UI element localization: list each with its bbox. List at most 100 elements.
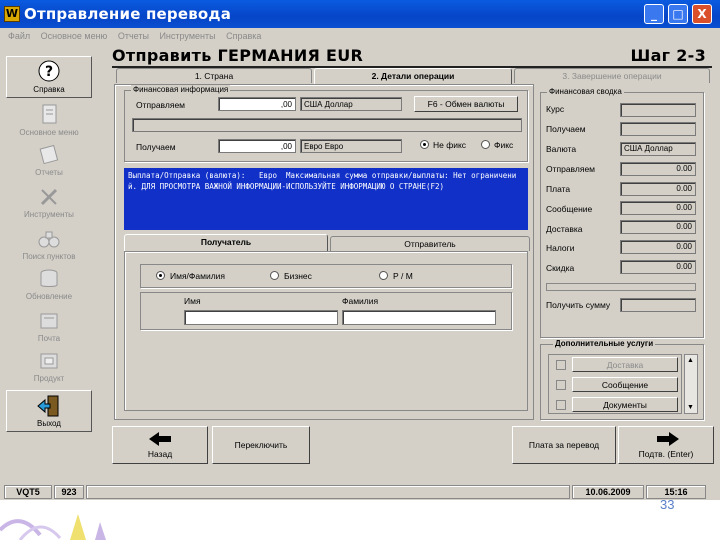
sidebar: ? Справка Основное меню Отчеты Инструмен… bbox=[6, 50, 92, 480]
main-window: W Отправление перевода _ □ X Файл Основн… bbox=[0, 0, 720, 500]
get-sum-label: Получить сумму bbox=[546, 300, 611, 310]
last-name-input[interactable] bbox=[342, 310, 496, 325]
step-indicator: Шаг 2-3 bbox=[630, 46, 706, 65]
sidebar-label: Почта bbox=[37, 334, 61, 343]
send-amount-input[interactable]: ,00 bbox=[218, 97, 296, 111]
back-button[interactable]: Назад bbox=[112, 426, 208, 464]
receive-amount-input[interactable]: ,00 bbox=[218, 139, 296, 153]
group-label: Финансовая сводка bbox=[547, 87, 624, 96]
page-title: Отправить ГЕРМАНИЯ EUR bbox=[112, 46, 364, 65]
switch-button[interactable]: Переключить bbox=[212, 426, 310, 464]
summary-label: Налоги bbox=[546, 243, 575, 253]
not-fixed-radio[interactable] bbox=[420, 140, 429, 149]
summary-label: Доставка bbox=[546, 224, 583, 234]
summary-rate bbox=[620, 103, 696, 117]
close-button[interactable]: X bbox=[692, 4, 712, 24]
sidebar-item-reports[interactable]: Отчеты bbox=[6, 140, 92, 182]
tab-recipient[interactable]: Получатель bbox=[124, 234, 328, 251]
summary-message: 0.00 bbox=[620, 201, 696, 215]
status-time: 15:16 bbox=[646, 485, 706, 499]
sidebar-label: Справка bbox=[33, 85, 65, 94]
menu-tools[interactable]: Инструменты bbox=[159, 28, 215, 44]
fixed-radio[interactable] bbox=[481, 140, 490, 149]
svg-text:?: ? bbox=[45, 64, 53, 80]
tools-icon bbox=[40, 188, 58, 206]
help-icon: ? bbox=[38, 60, 60, 82]
fx-exchange-button[interactable]: F6 - Обмен валюты bbox=[414, 96, 518, 112]
sidebar-item-tools[interactable]: Инструменты bbox=[6, 182, 92, 224]
back-button-label: Назад bbox=[147, 449, 173, 459]
transfer-fee-button[interactable]: Плата за перевод bbox=[512, 426, 616, 464]
receive-label: Получаем bbox=[136, 142, 176, 152]
summary-label: Валюта bbox=[546, 144, 577, 154]
send-label: Отправляем bbox=[136, 100, 186, 110]
summary-divider bbox=[546, 283, 696, 291]
binoculars-icon bbox=[38, 231, 60, 248]
documents-checkbox[interactable] bbox=[556, 400, 566, 410]
tab-operation-details[interactable]: 2. Детали операции bbox=[314, 68, 512, 85]
summary-fee: 0.00 bbox=[620, 182, 696, 196]
message-checkbox[interactable] bbox=[556, 380, 566, 390]
page-number: 33 bbox=[660, 497, 675, 512]
maximize-button[interactable]: □ bbox=[668, 4, 688, 24]
app-logo: W bbox=[4, 6, 20, 22]
not-fixed-label: Не фикс bbox=[433, 140, 467, 150]
tab-country[interactable]: 1. Страна bbox=[116, 68, 312, 83]
page-header: Отправить ГЕРМАНИЯ EUR Шаг 2-3 bbox=[112, 46, 710, 68]
message-service-button[interactable]: Сообщение bbox=[572, 377, 678, 392]
person-radio[interactable] bbox=[156, 271, 165, 280]
decorative-shapes-icon bbox=[0, 514, 106, 541]
summary-label: Отправляем bbox=[546, 164, 596, 174]
country-info-box: Выплата/Отправка (валюта): Евро Максимал… bbox=[124, 168, 528, 230]
summary-receive bbox=[620, 122, 696, 136]
sidebar-label: Инструменты bbox=[24, 210, 74, 219]
po-radio[interactable] bbox=[379, 271, 388, 280]
slide-decoration bbox=[0, 500, 180, 541]
confirm-button-label: Подтв. (Enter) bbox=[638, 449, 694, 459]
sidebar-label: Выход bbox=[37, 419, 61, 428]
receive-currency-field: Евро Евро bbox=[300, 139, 402, 153]
tab-sender[interactable]: Отправитель bbox=[330, 236, 530, 251]
summary-currency: США Доллар bbox=[620, 142, 696, 156]
first-name-label: Имя bbox=[184, 296, 201, 306]
group-label: Дополнительные услуги bbox=[553, 339, 656, 348]
documents-service-button[interactable]: Документы bbox=[572, 397, 678, 412]
delivery-checkbox[interactable] bbox=[556, 360, 566, 370]
extra-services-scrollbar[interactable]: ▲ ▼ bbox=[684, 354, 698, 414]
confirm-button[interactable]: Подтв. (Enter) bbox=[618, 426, 714, 464]
tab-completion[interactable]: 3. Завершение операции bbox=[514, 68, 710, 83]
sidebar-item-main-menu[interactable]: Основное меню bbox=[6, 100, 92, 142]
product-icon bbox=[40, 353, 58, 369]
menu-file[interactable]: Файл bbox=[8, 28, 30, 44]
sidebar-item-search-points[interactable]: Поиск пунктов bbox=[6, 224, 92, 266]
first-name-input[interactable] bbox=[184, 310, 338, 325]
po-label: Р / М bbox=[393, 271, 413, 281]
scroll-down-icon[interactable]: ▼ bbox=[687, 404, 694, 411]
menu-main[interactable]: Основное меню bbox=[41, 28, 108, 44]
arrow-right-icon bbox=[657, 432, 679, 446]
status-code: 923 bbox=[54, 485, 84, 499]
summary-label: Плата bbox=[546, 184, 571, 194]
sidebar-item-help[interactable]: ? Справка bbox=[6, 56, 92, 98]
report-icon bbox=[39, 144, 59, 165]
scroll-up-icon[interactable]: ▲ bbox=[687, 357, 694, 364]
sidebar-label: Продукт bbox=[33, 374, 65, 383]
sidebar-label: Поиск пунктов bbox=[22, 252, 76, 261]
menu-help[interactable]: Справка bbox=[226, 28, 261, 44]
minimize-button[interactable]: _ bbox=[644, 4, 664, 24]
arrow-left-icon bbox=[149, 432, 171, 446]
delivery-service-button[interactable]: Доставка bbox=[572, 357, 678, 372]
sidebar-item-mail[interactable]: Почта bbox=[6, 306, 92, 348]
sidebar-item-exit[interactable]: Выход bbox=[6, 390, 92, 432]
summary-taxes: 0.00 bbox=[620, 240, 696, 254]
sidebar-label: Отчеты bbox=[35, 168, 63, 177]
status-terminal: VQT5 bbox=[4, 485, 52, 499]
sidebar-item-product[interactable]: Продукт bbox=[6, 346, 92, 388]
menu-reports[interactable]: Отчеты bbox=[118, 28, 149, 44]
title-bar: W Отправление перевода _ □ X bbox=[0, 0, 720, 28]
sidebar-item-update[interactable]: Обновление bbox=[6, 264, 92, 306]
last-name-label: Фамилия bbox=[342, 296, 379, 306]
menu-bar: Файл Основное меню Отчеты Инструменты Сп… bbox=[0, 28, 720, 44]
business-radio[interactable] bbox=[270, 271, 279, 280]
fixed-label: Фикс bbox=[494, 140, 514, 150]
